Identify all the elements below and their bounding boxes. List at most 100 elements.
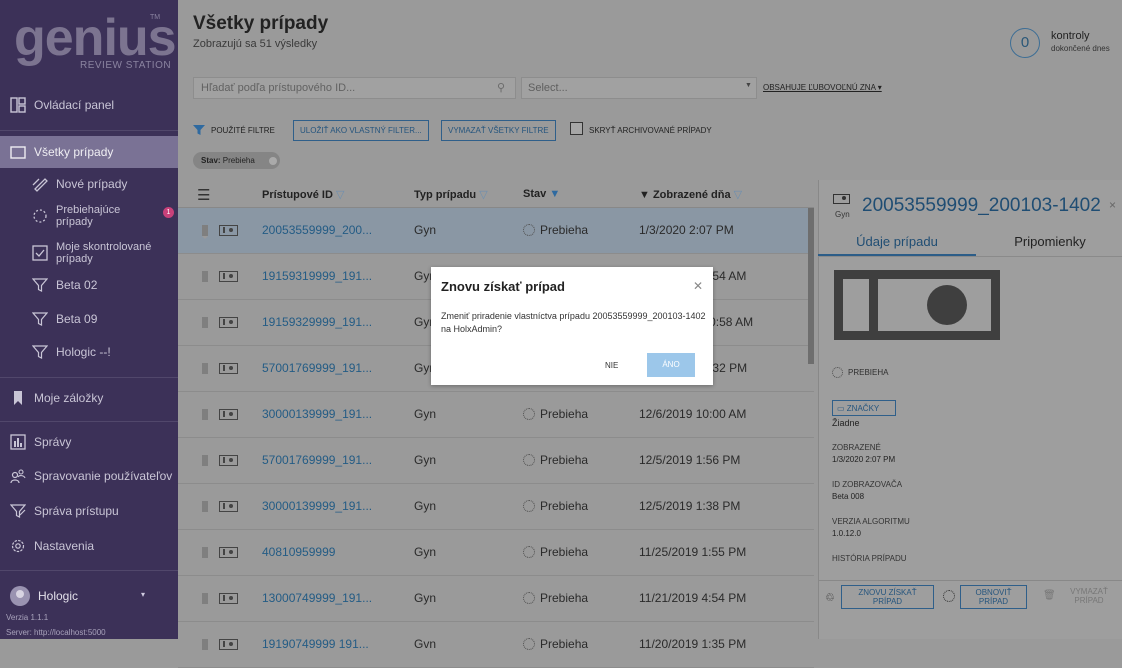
funnel-icon [31,311,49,327]
tab-case-data[interactable]: Údaje prípadu [818,228,976,256]
bookmark-icon[interactable] [202,317,208,331]
funnel-icon[interactable]: ▽ [734,189,742,201]
chip-key: Stav: [201,156,221,165]
tab-comments[interactable]: Pripomienky [978,228,1122,256]
viewed-date-cell: 11/20/2019 1:35 PM [639,637,747,651]
sidebar-item-label: Nové prípady [56,177,128,191]
case-type-cell: Gyn [414,591,437,605]
reclaim-case-dialog: Znovu získať prípad ✕ Zmeniť priradenie … [431,267,713,385]
spinner-icon [523,454,535,466]
case-id-link[interactable]: 30000139999_191... [262,499,372,513]
slide-icon [219,547,238,558]
status-label: Prebieha [540,545,589,559]
case-id-link[interactable]: 20053559999_200... [262,223,372,237]
menu-icon[interactable]: ☰ [197,186,210,204]
reclaim-case-button[interactable]: ZNOVU ZÍSKAŤ PRÍPAD [841,585,934,609]
case-id-link[interactable]: 19159329999_191... [262,315,372,329]
case-type-cell: Gyn [414,545,437,559]
bookmark-icon[interactable] [202,271,208,285]
bookmark-icon[interactable] [202,409,208,423]
sidebar-item-dashboard[interactable]: Ovládací panel [0,92,178,118]
chevron-down-icon[interactable]: ▼ [745,82,752,89]
sidebar-item-access-management[interactable]: Správa prístupu [0,500,178,522]
sidebar-item-in-progress[interactable]: Prebiehajúce prípady [0,201,178,231]
clear-filters-button[interactable]: VYMAZAŤ VŠETKY FILTRE [441,120,556,141]
status-cell: Prebieha [523,407,588,421]
funnel-icon [31,344,49,360]
divider [818,256,1122,257]
sidebar-item-beta-09[interactable]: Beta 09 [0,308,178,330]
viewer-id-label: ID ZOBRAZOVAČA [832,480,903,489]
bookmark-icon[interactable] [202,593,208,607]
user-name: Hologic [38,589,79,603]
column-header-type[interactable]: Typ prípadu ▽ [414,188,488,201]
column-header-date[interactable]: ▼ Zobrazené dňa ▽ [639,188,742,201]
sidebar-item-label: Všetky prípady [34,145,114,159]
case-id-link[interactable]: 19159319999_191... [262,269,372,283]
no-button[interactable]: NIE [605,361,618,370]
slide-icon [219,409,238,420]
funnel-icon[interactable]: ▽ [336,189,344,201]
case-history-link[interactable]: HISTÓRIA PRÍPADU [832,554,907,563]
case-id-link[interactable]: 40810959999 [262,545,335,559]
search-icon[interactable]: ⚲ [497,81,505,94]
sidebar-item-hologic[interactable]: Hologic --! [0,341,178,363]
status-filter-chip[interactable]: Stav: Prebieha [193,152,280,169]
delete-case-button[interactable]: VYMAZAŤ PRÍPAD [1060,585,1118,609]
gear-icon [10,538,26,554]
reports-icon [10,434,26,450]
access-icon [9,503,27,519]
case-id-link[interactable]: 57001769999_191... [262,453,372,467]
bookmark-icon[interactable] [202,501,208,515]
match-mode-dropdown[interactable]: OBSAHUJE ĽUBOVOĽNÚ ZNA ▾ [763,83,882,92]
divider [818,580,1122,581]
bookmark-icon[interactable] [202,363,208,377]
hide-archived-label: SKRYŤ ARCHIVOVANÉ PRÍPADY [589,126,712,135]
case-id-link[interactable]: 13000749999_191... [262,591,372,605]
user-menu-caret-icon[interactable]: ▾ [141,590,145,599]
status-cell: Prebieha [523,499,588,513]
user-menu[interactable]: Hologic [10,586,78,606]
column-header-id[interactable]: Prístupové ID ▽ [262,188,344,201]
bookmark-icon[interactable] [202,639,208,653]
case-type-cell: Gyn [414,223,437,237]
sidebar-item-my-reviewed[interactable]: Moje skontrolované prípady [0,238,178,268]
sidebar-item-settings[interactable]: Nastavenia [0,535,178,557]
funnel-icon[interactable]: ▼ [549,188,560,200]
case-title: 20053559999_200103-1402 [862,195,1101,216]
sidebar-item-label: Beta 02 [56,278,98,292]
sidebar-item-new-cases[interactable]: Nové prípady [0,173,178,195]
algorithm-version-label: VERZIA ALGORITMU [832,517,910,526]
save-filter-button[interactable]: ULOŽIŤ AKO VLASTNÝ FILTER... [293,120,429,141]
sidebar-item-reports[interactable]: Správy [0,431,178,453]
reviews-counter: 0 [1010,28,1040,58]
case-status: PREBIEHA [832,367,888,378]
bookmark-icon[interactable] [202,225,208,239]
sidebar-item-bookmarks[interactable]: Moje záložky [0,387,178,409]
case-id-link[interactable]: 30000139999_191... [262,407,372,421]
chip-remove-icon[interactable] [269,157,277,165]
status-cell: Prebieha [523,453,588,467]
close-icon[interactable]: × [1109,198,1116,212]
hide-archived-checkbox[interactable] [570,122,583,135]
spinner-icon [832,367,843,378]
tags-button[interactable]: ▭ ZNAČKY [832,400,896,416]
spinner-icon [523,638,535,650]
bookmark-icon[interactable] [202,547,208,561]
bookmark-icon[interactable] [202,455,208,469]
close-icon[interactable]: ✕ [693,279,703,293]
restore-case-button[interactable]: OBNOVIŤ PRÍPAD [960,585,1027,609]
filter-select[interactable]: Select... [521,77,757,99]
sidebar-item-user-management[interactable]: Spravovanie používateľov [0,465,178,487]
table-scrollbar[interactable] [808,208,814,364]
sidebar-item-label: Nastavenia [34,539,95,553]
case-id-link[interactable]: 57001769999_191... [262,361,372,375]
sidebar-item-beta-02[interactable]: Beta 02 [0,274,178,296]
funnel-icon[interactable]: ▽ [479,189,487,201]
case-id-link[interactable]: 19190749999 191... [262,637,369,651]
sidebar-item-all-cases[interactable]: Všetky prípady [0,136,178,168]
search-input[interactable]: Hľadať podľa prístupového ID... [193,77,516,99]
column-header-status[interactable]: Stav ▼ [523,188,560,200]
yes-button[interactable]: ÁNO [647,353,695,377]
checkbox-icon [32,245,48,261]
